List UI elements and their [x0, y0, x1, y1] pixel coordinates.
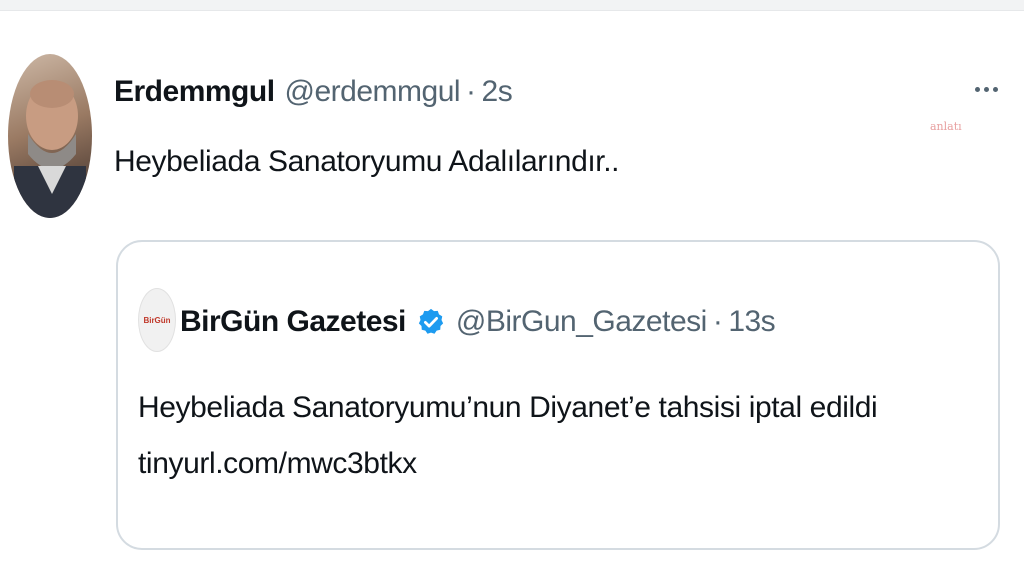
quote-text: Heybeliada Sanatoryumu’nun Diyanet’e tah…: [138, 391, 878, 424]
separator-dot: ·: [466, 75, 476, 108]
quote-timestamp[interactable]: 13s: [728, 305, 775, 339]
quote-header: BirGün Gazetesi @BirGun_Gazetesi · 13s: [180, 300, 776, 344]
quote-author-avatar[interactable]: BirGün: [138, 288, 176, 352]
author-avatar[interactable]: [8, 54, 92, 218]
tweet-header: Erdemmgul @erdemmgul · 2s: [114, 72, 513, 112]
more-options-button[interactable]: [968, 74, 1004, 104]
quoted-tweet-card[interactable]: BirGün BirGün Gazetesi @BirGun_Gazetesi …: [116, 240, 1000, 550]
tweet-text: Heybeliada Sanatoryumu Adalılarındır..: [114, 145, 620, 178]
tweet-timestamp[interactable]: 2s: [482, 75, 513, 109]
quote-avatar-logo: BirGün: [143, 315, 171, 325]
quote-body: Heybeliada Sanatoryumu’nun Diyanet’e tah…: [138, 380, 878, 492]
verified-badge-icon: [418, 308, 444, 334]
quote-author-handle[interactable]: @BirGun_Gazetesi: [456, 305, 707, 339]
author-handle[interactable]: @erdemmgul: [285, 75, 461, 109]
watermark-logo: anlatı: [930, 120, 962, 133]
avatar-photo: [14, 80, 86, 218]
author-name[interactable]: Erdemmgul: [114, 75, 275, 109]
more-horizontal-icon: [974, 86, 998, 92]
quote-link[interactable]: tinyurl.com/mwc3btkx: [138, 436, 877, 492]
separator-dot: ·: [712, 305, 723, 338]
quote-author-name[interactable]: BirGün Gazetesi: [180, 305, 406, 339]
